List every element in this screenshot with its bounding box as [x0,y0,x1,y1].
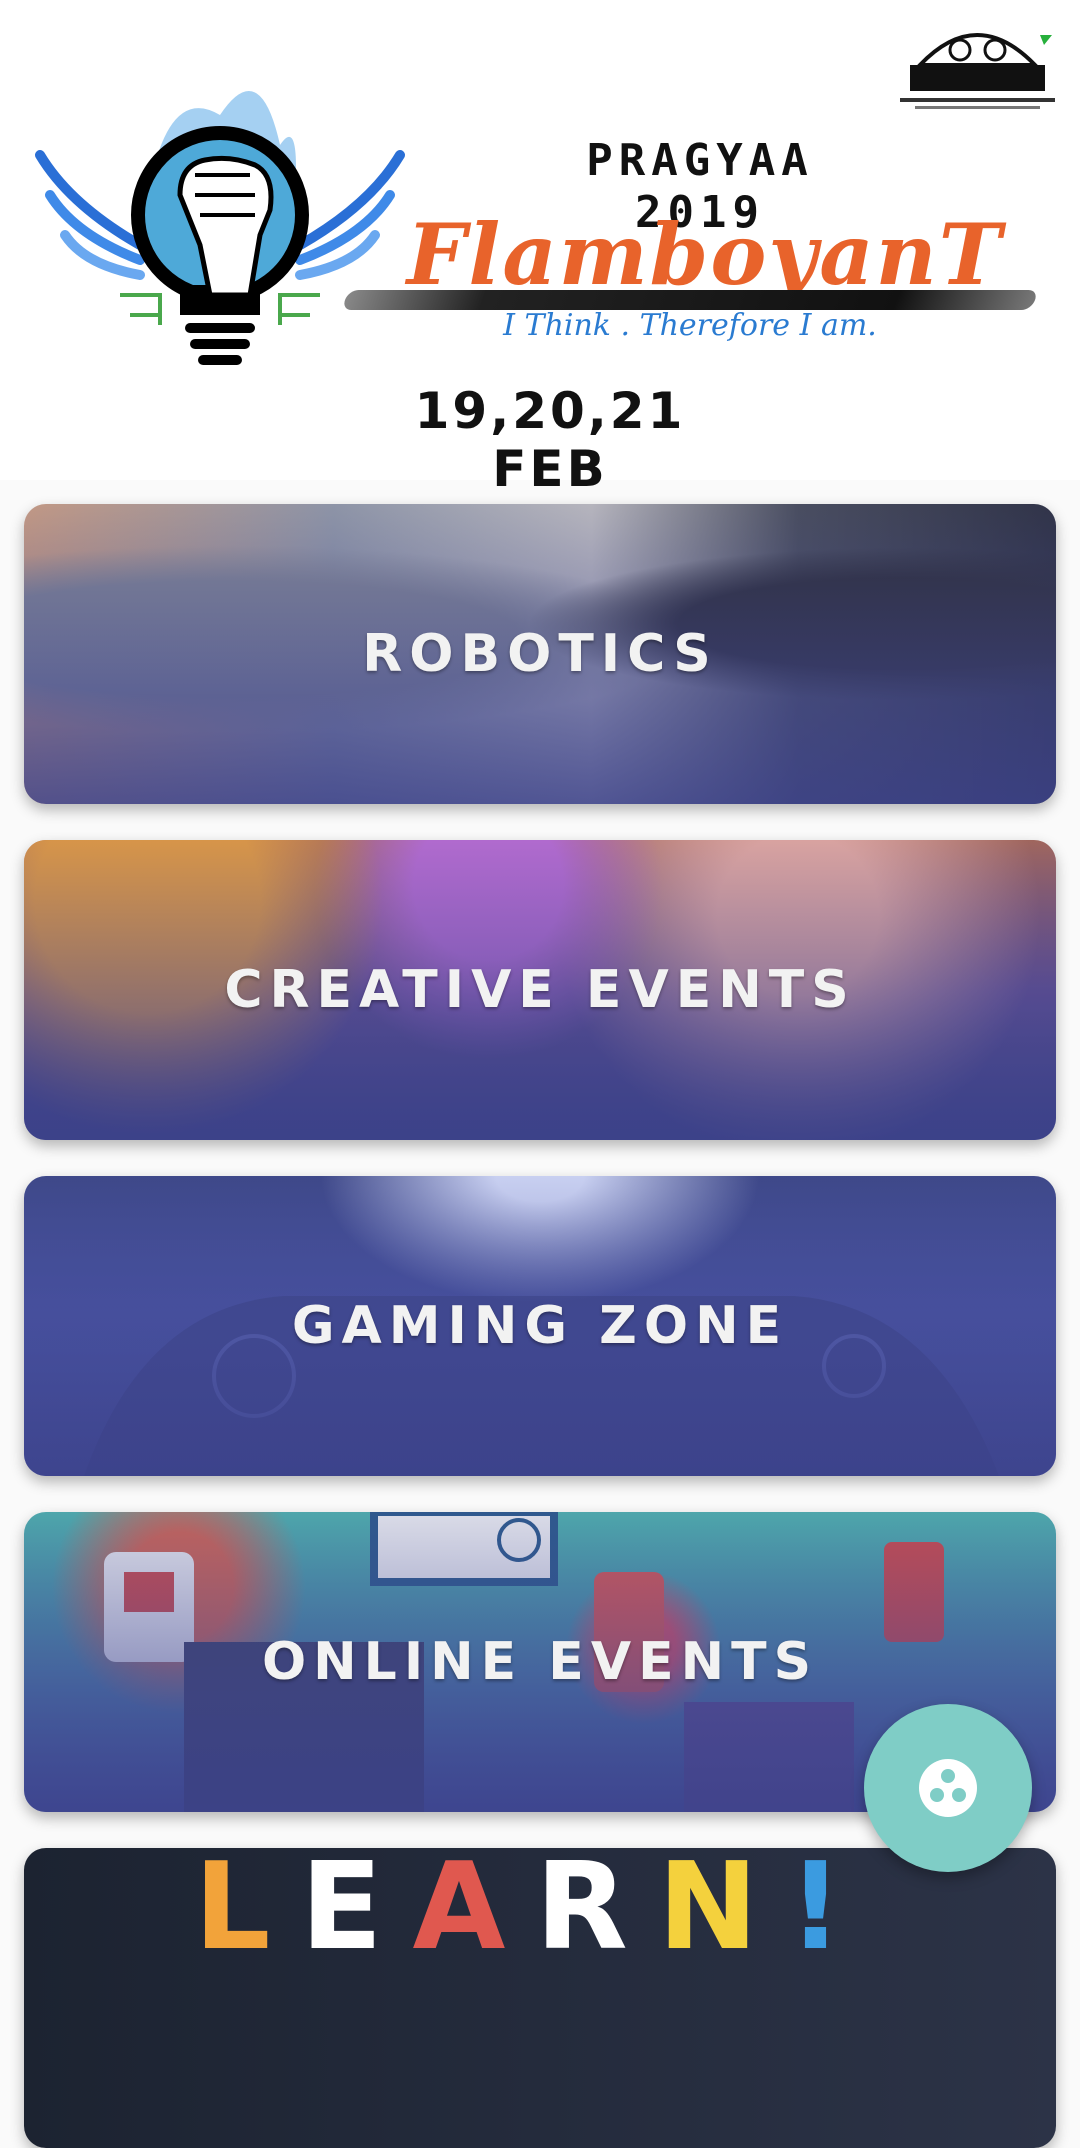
app-banner: PRAGYAA 2019 FlamboyanT I Think . Theref… [0,0,1080,498]
event-card-gaming-zone[interactable]: GAMING ZONE [24,1176,1056,1476]
event-card-robotics[interactable]: ROBOTICS [24,504,1056,804]
event-card-title: GAMING ZONE [291,1296,789,1356]
event-card-learning[interactable]: LEARN! [24,1848,1056,2148]
brush-stroke [341,290,1039,310]
tagline: I Think . Therefore I am. [503,308,877,343]
fest-logo [30,55,410,395]
event-card-title: CREATIVE EVENTS [224,960,856,1020]
menu-fab-button[interactable] [864,1704,1032,1872]
three-dots-circle-icon [919,1759,977,1817]
fest-dates: 19,20,21 FEB [414,382,686,498]
event-card-title: ROBOTICS [362,624,718,684]
event-card-creative-events[interactable]: CREATIVE EVENTS [24,840,1056,1140]
college-logo [890,10,1065,115]
event-card-title: ONLINE EVENTS [261,1632,819,1692]
learning-letters: LEARN! [194,1848,873,1977]
